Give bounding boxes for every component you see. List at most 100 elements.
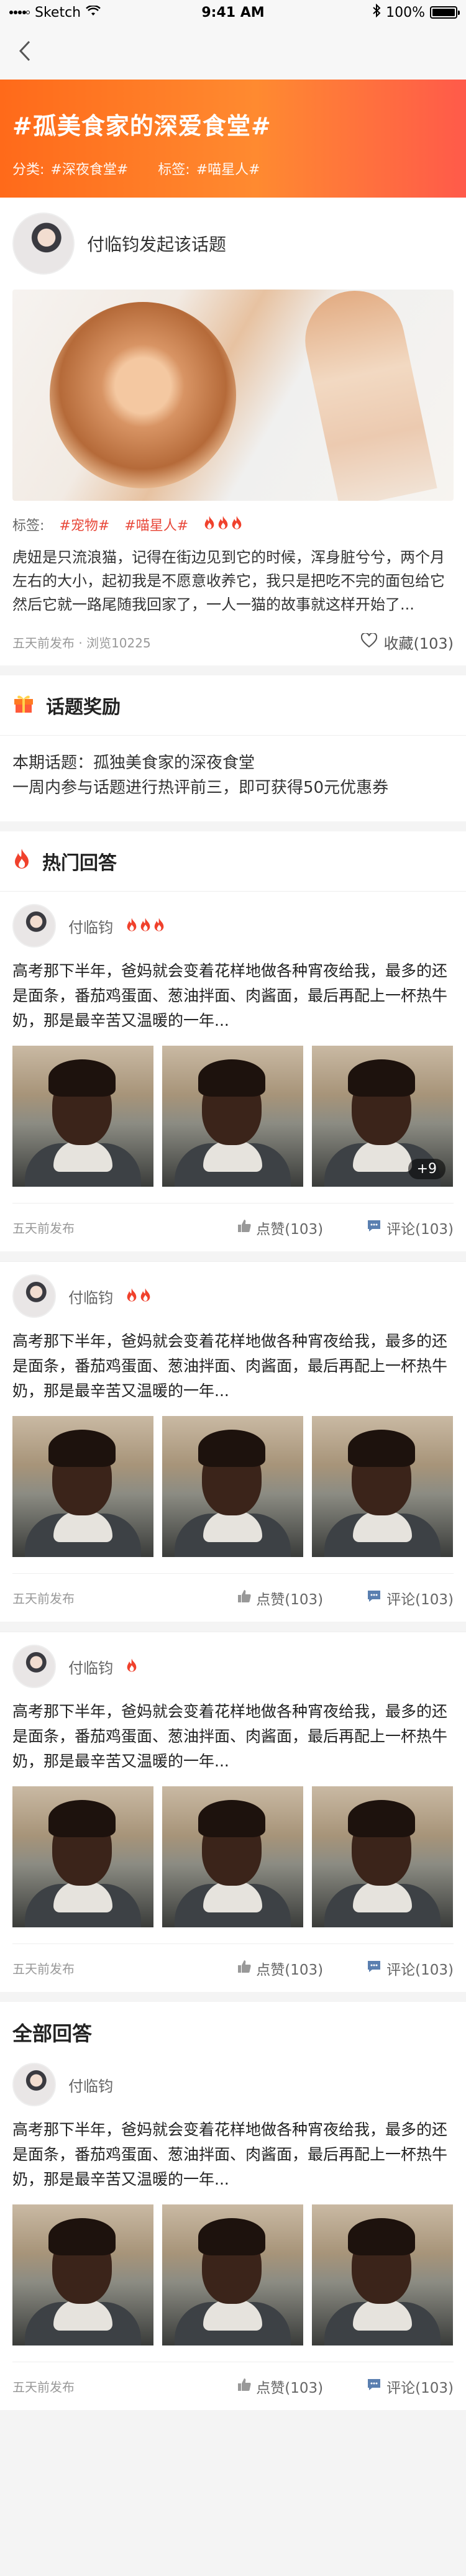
- back-button[interactable]: [12, 40, 37, 65]
- answer-footer: 五天前发布 点赞(103) 评论(103): [12, 1573, 454, 1622]
- thumbs-up-icon: [237, 1219, 251, 1236]
- avatar[interactable]: [12, 212, 75, 275]
- answer-photo[interactable]: +9: [312, 1046, 453, 1187]
- cat-photo[interactable]: [12, 290, 454, 501]
- answer-photo[interactable]: [12, 1786, 153, 1927]
- like-label: 点赞(103): [256, 1962, 324, 1978]
- fire-icon: [203, 515, 216, 534]
- comment-label: 评论(103): [386, 1962, 454, 1978]
- carrier-label: Sketch: [35, 4, 81, 21]
- battery-percent: 100%: [386, 4, 426, 21]
- answer-author: 付临钧: [12, 904, 454, 948]
- answer-item: 付临钧 高考那下半年，爸妈就会变着花样地做各种宵夜给我，最多的还是面条，番茄鸡蛋…: [0, 1632, 466, 1992]
- answer-footer: 五天前发布 点赞(103) 评论(103): [12, 1203, 454, 1251]
- answer-photo[interactable]: [162, 1786, 303, 1927]
- gift-icon: [12, 692, 35, 719]
- answer-time: 五天前发布: [12, 1221, 75, 1236]
- post-tags-label: 标签:: [12, 518, 45, 534]
- comment-button[interactable]: 评论(103): [367, 2376, 454, 2397]
- answer-photo[interactable]: [312, 1416, 453, 1557]
- like-button[interactable]: 点赞(103): [237, 1587, 323, 1609]
- cat-image-body: [50, 302, 236, 488]
- answer-footer: 五天前发布 点赞(103) 评论(103): [12, 2362, 454, 2410]
- post-tag-row: 标签: #宠物# #喵星人#: [12, 514, 454, 534]
- comment-label: 评论(103): [386, 2380, 454, 2396]
- thumbs-up-icon: [237, 1589, 251, 1607]
- answer-author-name[interactable]: 付临钧: [68, 1286, 113, 1307]
- answer-photo[interactable]: [12, 2204, 153, 2345]
- answer-author-name[interactable]: 付临钧: [68, 915, 113, 937]
- comment-button[interactable]: 评论(103): [367, 1587, 454, 1609]
- answer-photo[interactable]: [12, 1416, 153, 1557]
- reward-header: 话题奖励: [0, 675, 466, 735]
- post-text: 虎妞是只流浪猫，记得在街边见到它的时候，浑身脏兮兮，两个月左右的大小，起初我是不…: [12, 549, 445, 613]
- answer-photo[interactable]: [162, 1046, 303, 1187]
- answer-item: 付临钧 高考那下半年，爸妈就会变着花样地做各种宵夜给我，最多的还是面条，番茄鸡蛋…: [0, 2050, 466, 2410]
- answer-item: 付临钧 高考那下半年，爸妈就会变着花样地做各种宵夜给我，最多的还是面条，番茄鸡蛋…: [0, 1261, 466, 1622]
- answer-photo[interactable]: [162, 1416, 303, 1557]
- reward-line: 一周内参与话题进行热评前三，即可获得50元优惠券: [12, 779, 389, 797]
- answer-text: 高考那下半年，爸妈就会变着花样地做各种宵夜给我，最多的还是面条，番茄鸡蛋面、葱油…: [12, 2121, 448, 2188]
- avatar[interactable]: [12, 1274, 56, 1318]
- post-author-text: 付临钧发起该话题: [87, 234, 227, 255]
- answer-author: 付临钧: [12, 1274, 454, 1318]
- tags-label: 标签:: [158, 162, 190, 178]
- like-button[interactable]: 点赞(103): [237, 1958, 323, 1979]
- answer-author-name[interactable]: 付临钧: [68, 2074, 113, 2096]
- like-label: 点赞(103): [256, 1221, 324, 1238]
- fire-rating: [203, 515, 243, 534]
- cat-image-paw: [296, 290, 437, 501]
- answer-image-grid: [12, 2204, 454, 2345]
- comment-button[interactable]: 评论(103): [367, 1217, 454, 1238]
- reward-title: 话题奖励: [46, 697, 121, 718]
- like-button[interactable]: 点赞(103): [237, 2376, 323, 2397]
- answer-photo[interactable]: [312, 2204, 453, 2345]
- topic-hero: #孤美食家的深爱食堂# 分类: #深夜食堂# 标签: #喵星人#: [0, 80, 466, 198]
- avatar[interactable]: [12, 1645, 56, 1688]
- hot-header: 热门回答: [0, 831, 466, 891]
- like-button[interactable]: 点赞(103): [237, 1217, 323, 1238]
- post-meta-row: 五天前发布 · 浏览10225 收藏(103): [12, 631, 454, 653]
- fire-rating: [126, 1658, 138, 1675]
- wifi-icon: [86, 4, 101, 21]
- avatar[interactable]: [12, 904, 56, 948]
- all-title: 全部回答: [0, 2002, 466, 2050]
- category-value[interactable]: #深夜食堂#: [50, 162, 128, 178]
- comment-label: 评论(103): [386, 1591, 454, 1608]
- answer-photo[interactable]: [312, 1786, 453, 1927]
- post-meta: 五天前发布 · 浏览10225: [12, 636, 151, 651]
- all-answers-section: 全部回答 付临钧 高考那下半年，爸妈就会变着花样地做各种宵夜给我，最多的还是面条…: [0, 2002, 466, 2410]
- signal-icon: [9, 5, 30, 21]
- answer-time: 五天前发布: [12, 1962, 75, 1976]
- post-tag[interactable]: #喵星人#: [124, 514, 188, 534]
- answer-image-grid: [12, 1416, 454, 1557]
- answer-author-name[interactable]: 付临钧: [68, 1656, 113, 1678]
- fire-icon: [231, 515, 243, 534]
- favorite-button[interactable]: 收藏(103): [361, 631, 454, 653]
- answer-time: 五天前发布: [12, 1591, 75, 1606]
- answer-text: 高考那下半年，爸妈就会变着花样地做各种宵夜给我，最多的还是面条，番茄鸡蛋面、葱油…: [12, 962, 448, 1030]
- comment-icon: [367, 1219, 381, 1236]
- fire-rating: [126, 1287, 152, 1305]
- answer-image-grid: +9: [12, 1046, 454, 1187]
- category-label: 分类:: [12, 162, 45, 178]
- like-label: 点赞(103): [256, 1591, 324, 1608]
- answer-photo[interactable]: [162, 2204, 303, 2345]
- answer-text: 高考那下半年，爸妈就会变着花样地做各种宵夜给我，最多的还是面条，番茄鸡蛋面、葱油…: [12, 1702, 448, 1770]
- fire-icon: [126, 917, 138, 934]
- fire-icon: [217, 515, 229, 534]
- reward-card: 话题奖励 本期话题：孤独美食家的深夜食堂 一周内参与话题进行热评前三，即可获得5…: [0, 675, 466, 821]
- post-author: 付临钧发起该话题: [12, 212, 454, 275]
- tags-value[interactable]: #喵星人#: [196, 162, 260, 178]
- answer-photo[interactable]: [12, 1046, 153, 1187]
- hot-answers-section: 热门回答 付临钧 高考那下半年，爸妈就会变着花样地做各种宵夜给我，最多的还是面条…: [0, 831, 466, 1992]
- post-tag[interactable]: #宠物#: [59, 514, 109, 534]
- answer-time: 五天前发布: [12, 2380, 75, 2395]
- answer-item: 付临钧 高考那下半年，爸妈就会变着花样地做各种宵夜给我，最多的还是面条，番茄鸡蛋…: [0, 891, 466, 1251]
- avatar[interactable]: [12, 2063, 56, 2106]
- comment-button[interactable]: 评论(103): [367, 1958, 454, 1979]
- answer-footer: 五天前发布 点赞(103) 评论(103): [12, 1943, 454, 1992]
- status-bar: Sketch 9:41 AM 100%: [0, 0, 466, 25]
- topic-meta: 分类: #深夜食堂# 标签: #喵星人#: [12, 158, 454, 178]
- more-photos-badge[interactable]: +9: [408, 1159, 445, 1179]
